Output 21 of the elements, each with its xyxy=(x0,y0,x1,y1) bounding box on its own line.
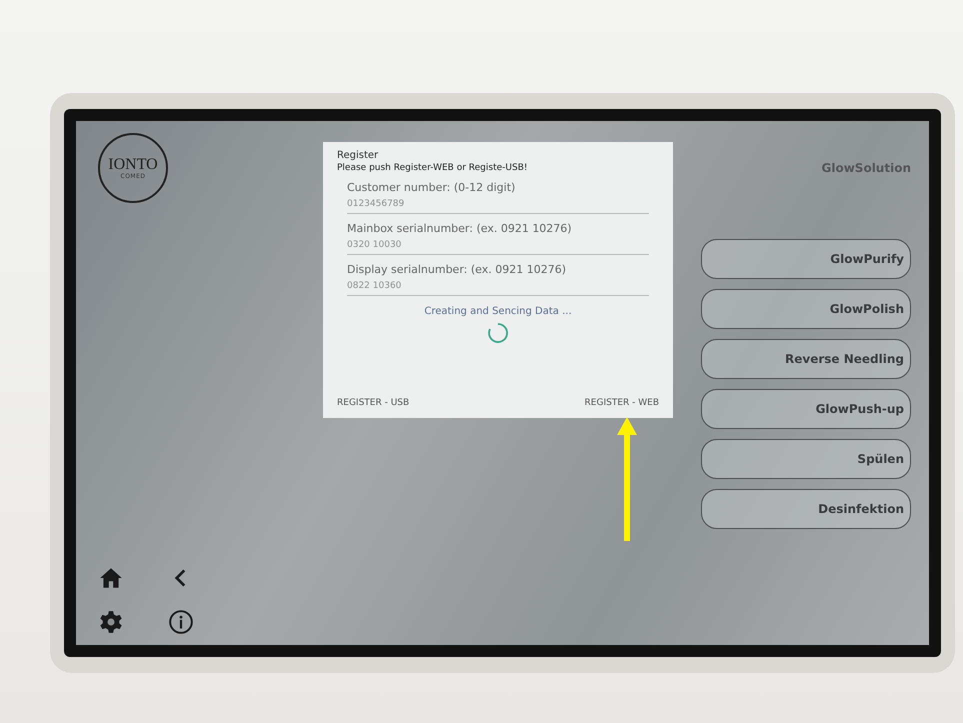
program-button[interactable]: Reverse Needling xyxy=(701,339,911,379)
loading-spinner-icon xyxy=(486,321,510,345)
field-label: Display serialnumber: (ex. 0921 10276) xyxy=(347,263,568,276)
info-icon[interactable] xyxy=(168,609,194,635)
input-field[interactable]: 0822 10360 xyxy=(347,276,649,296)
program-button[interactable]: GlowPurify xyxy=(701,239,911,279)
program-button[interactable]: GlowPush-up xyxy=(701,389,911,429)
input-field[interactable]: 0320 10030 xyxy=(347,235,649,255)
app-title: GlowSolution xyxy=(822,161,911,175)
dialog-instruction: Please push Register-WEB or Registe-USB! xyxy=(337,163,528,173)
program-button[interactable]: Desinfektion xyxy=(701,489,911,529)
dialog-title: Register xyxy=(337,150,380,161)
program-button[interactable]: GlowPolish xyxy=(701,289,911,329)
input-field[interactable]: 0123456789 xyxy=(347,194,649,214)
register-button[interactable]: REGISTER - USB xyxy=(337,396,410,410)
register-button[interactable]: REGISTER - WEB xyxy=(584,396,659,410)
field-label: Mainbox serialnumber: (ex. 0921 10276) xyxy=(347,222,573,235)
program-button[interactable]: Spülen xyxy=(701,439,911,479)
field-label: Customer number: (0-12 digit) xyxy=(347,181,516,194)
settings-icon[interactable] xyxy=(98,609,124,635)
status-text: Creating and Sencing Data ... xyxy=(423,306,573,317)
